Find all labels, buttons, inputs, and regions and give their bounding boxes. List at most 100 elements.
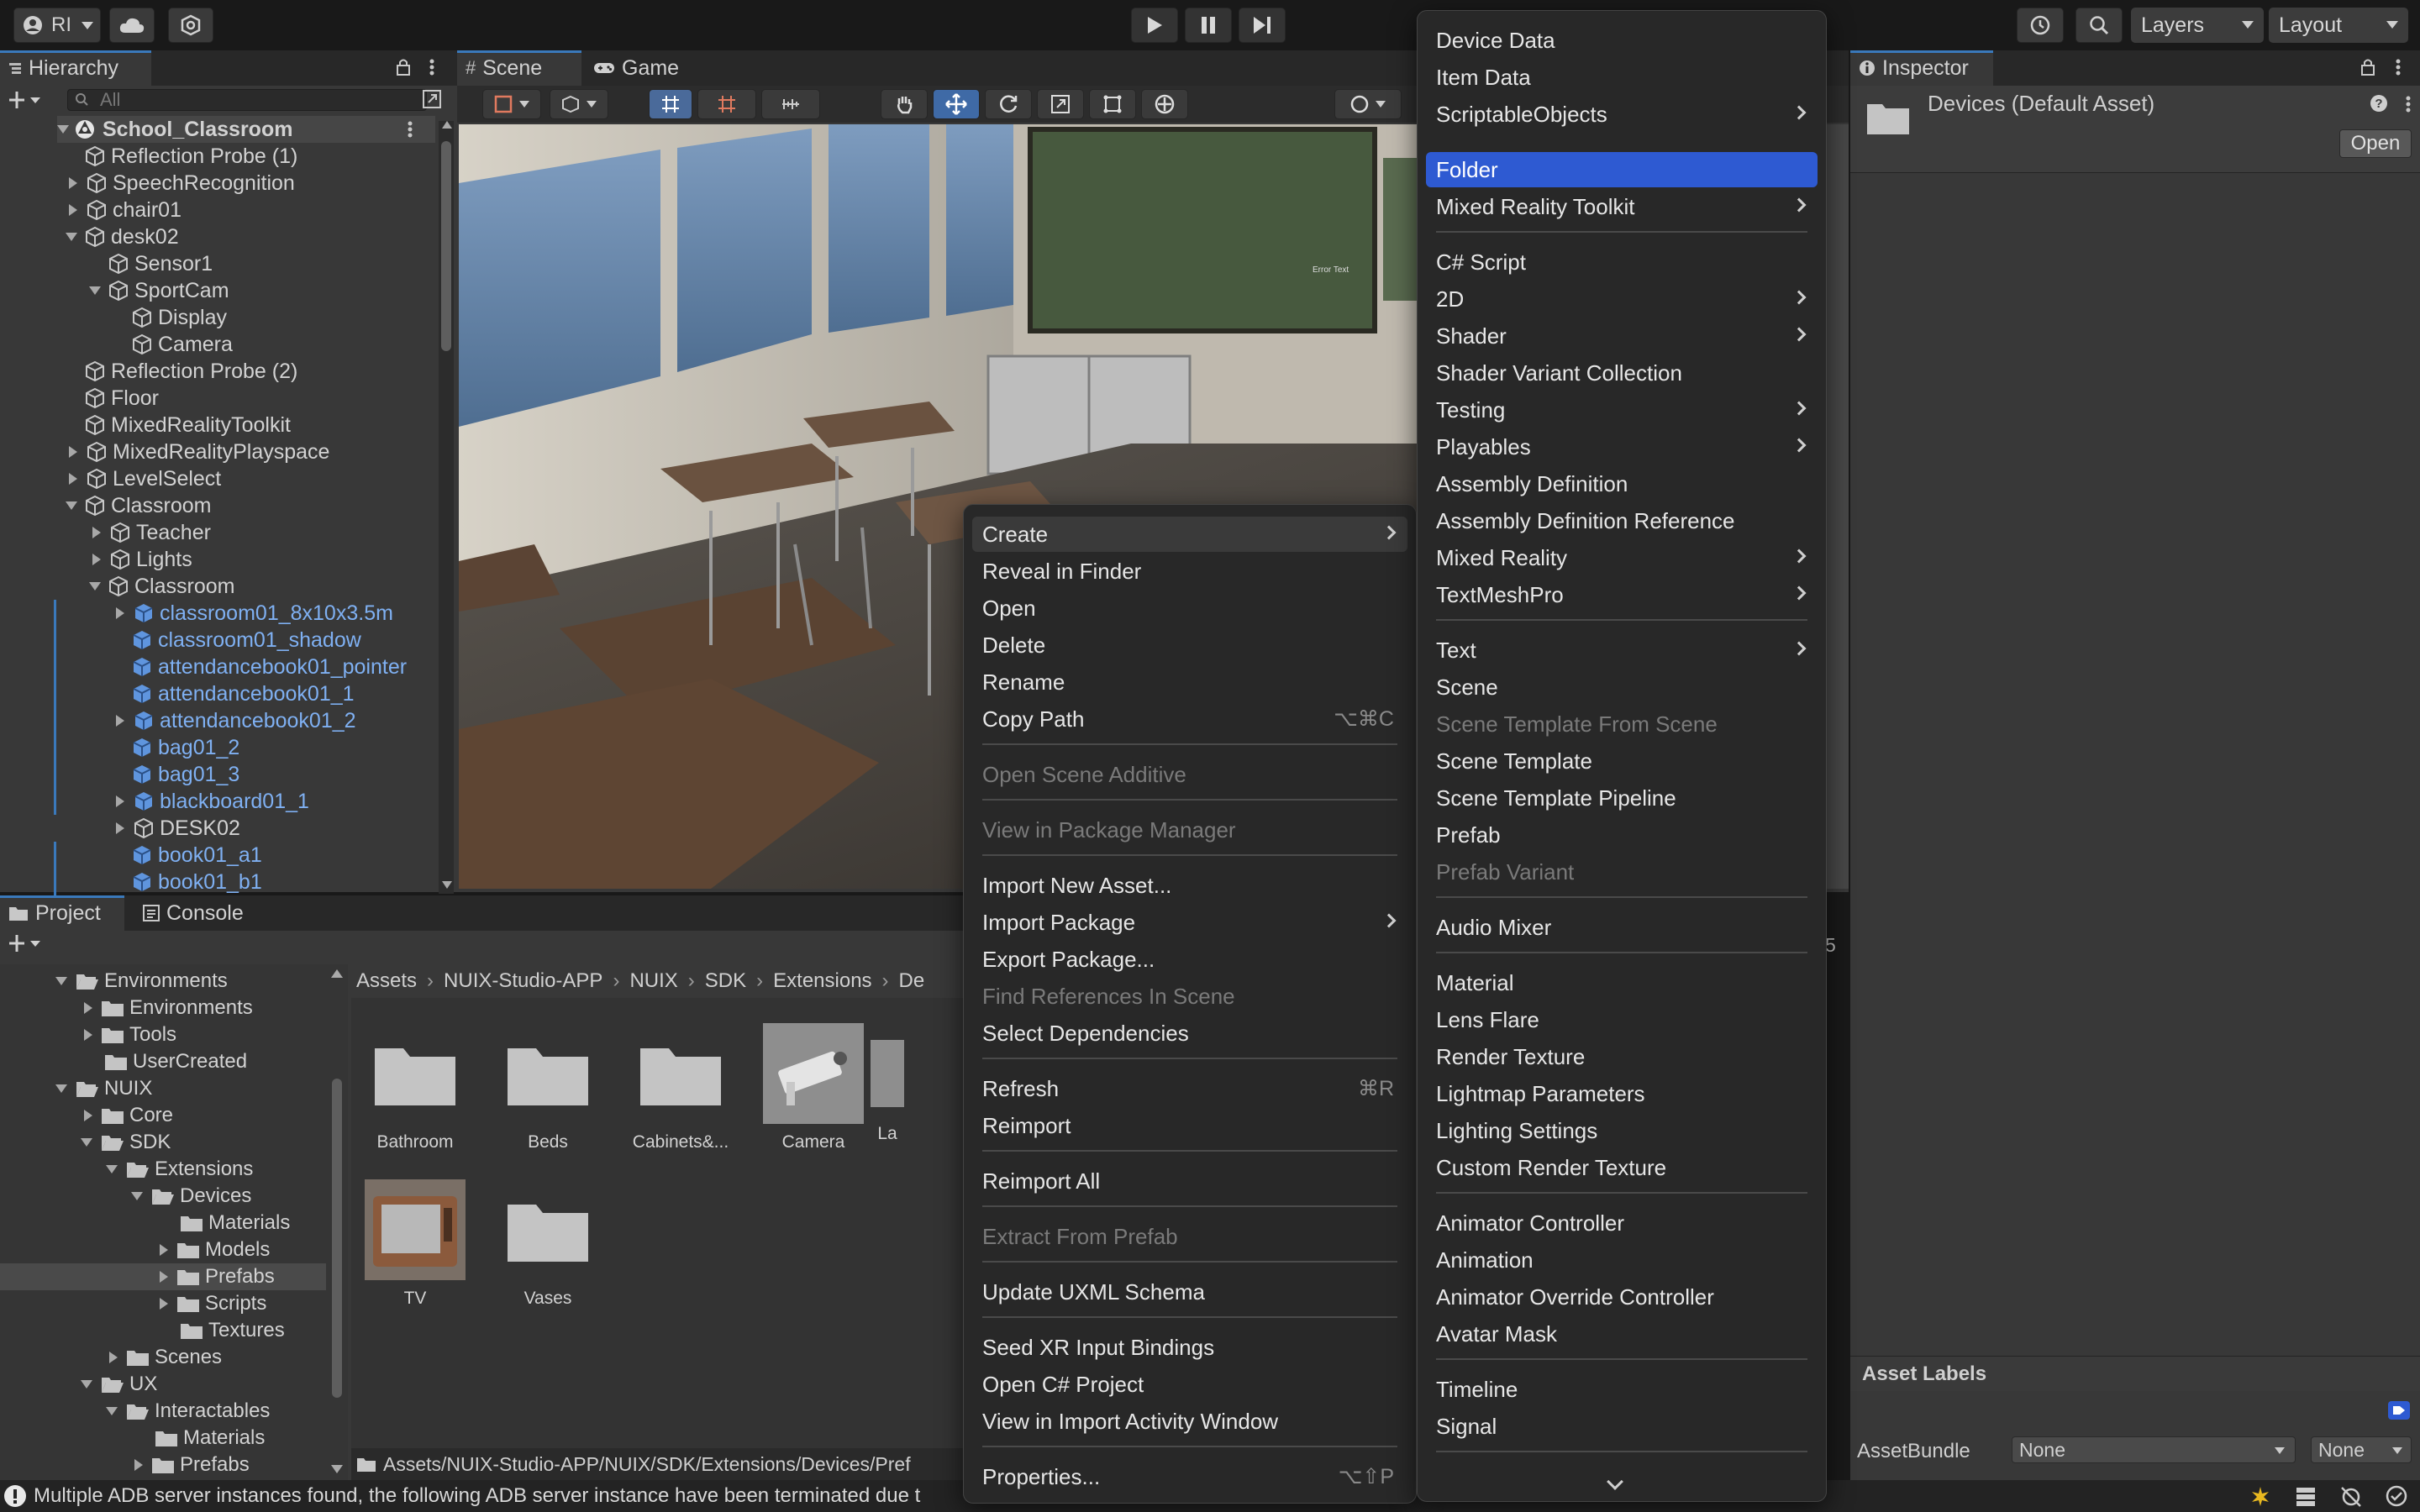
render-mode-dropdown[interactable] <box>550 89 608 119</box>
grid-snap-button[interactable] <box>649 89 692 119</box>
fold-closed-icon[interactable] <box>109 1352 118 1363</box>
hierarchy-row[interactable]: Classroom <box>64 492 211 519</box>
hierarchy-row[interactable]: bag01_3 <box>54 761 239 788</box>
project-folder-row[interactable]: NUIX <box>55 1075 152 1102</box>
asset-item[interactable]: Bathroom <box>356 1023 474 1152</box>
project-folder-row[interactable]: Environments <box>55 968 228 995</box>
fold-closed-icon[interactable] <box>134 1459 143 1471</box>
hierarchy-scrollbar[interactable] <box>439 121 454 894</box>
fold-closed-icon[interactable] <box>69 446 77 458</box>
tab-console[interactable]: Console <box>134 895 260 931</box>
fold-closed-icon[interactable] <box>84 1029 92 1041</box>
create-menu-item[interactable]: Text <box>1426 633 1818 668</box>
create-menu-item[interactable]: Timeline <box>1426 1372 1818 1407</box>
hierarchy-row[interactable]: desk02 <box>64 223 179 250</box>
project-tree-scrollbar[interactable] <box>329 969 345 1473</box>
tab-inspector[interactable]: Inspector <box>1850 50 1993 86</box>
breadcrumb-item[interactable]: Extensions <box>773 969 871 993</box>
create-menu-item[interactable]: Material <box>1426 965 1818 1000</box>
debug-icon[interactable] <box>2339 1485 2363 1507</box>
more-icon[interactable] <box>2405 94 2412 114</box>
fold-open-icon[interactable] <box>55 977 67 985</box>
hierarchy-row[interactable]: SportCam <box>87 277 229 304</box>
fold-closed-icon[interactable] <box>84 1110 92 1121</box>
context-menu-item[interactable]: Open <box>972 591 1407 626</box>
create-menu-item[interactable]: Render Texture <box>1426 1039 1818 1074</box>
more-icon[interactable] <box>2395 57 2402 77</box>
assetbundle-variant-dropdown[interactable]: None <box>2311 1436 2412 1463</box>
create-menu-item[interactable]: Mixed Reality <box>1426 540 1818 575</box>
increment-dropdown[interactable] <box>761 89 820 119</box>
create-menu-item[interactable]: Animator Override Controller <box>1426 1279 1818 1315</box>
hierarchy-row[interactable]: DESK02 <box>111 815 240 842</box>
label-tag-icon[interactable] <box>2388 1401 2410 1420</box>
scene-visibility-icon[interactable] <box>422 89 444 109</box>
hierarchy-search-input[interactable]: All <box>67 89 427 111</box>
create-menu-item[interactable]: Prefab <box>1426 817 1818 853</box>
fold-open-icon[interactable] <box>106 1407 118 1415</box>
context-menu-item[interactable]: Create <box>972 517 1407 552</box>
create-menu-item[interactable]: Signal <box>1426 1409 1818 1444</box>
lighting-icon[interactable] <box>2249 1485 2272 1507</box>
scroll-more-icon[interactable] <box>1607 1473 1623 1490</box>
breadcrumb-item[interactable]: SDK <box>705 969 746 993</box>
create-menu-item[interactable]: Device Data <box>1426 23 1818 58</box>
move-tool-button[interactable] <box>933 89 980 119</box>
hierarchy-row[interactable]: Display <box>111 304 227 331</box>
lock-icon[interactable] <box>2360 57 2376 77</box>
fold-closed-icon[interactable] <box>116 715 124 727</box>
scale-tool-button[interactable] <box>1037 89 1084 119</box>
hierarchy-row[interactable]: LevelSelect <box>64 465 221 492</box>
fold-open-icon[interactable] <box>66 501 77 510</box>
add-object-button[interactable] <box>8 89 42 111</box>
create-menu-item[interactable]: TextMeshPro <box>1426 577 1818 612</box>
hierarchy-row[interactable]: Sensor1 <box>87 250 213 277</box>
play-button[interactable] <box>1131 8 1178 43</box>
context-menu-item[interactable]: Export Package... <box>972 942 1407 977</box>
fold-closed-icon[interactable] <box>84 1002 92 1014</box>
project-folder-row[interactable]: Scripts <box>156 1290 266 1317</box>
step-button[interactable] <box>1239 8 1286 43</box>
create-menu-item[interactable]: Scene Template <box>1426 743 1818 779</box>
hierarchy-row[interactable]: Reflection Probe (2) <box>64 358 297 385</box>
project-folder-row[interactable]: UserCreated <box>81 1048 247 1075</box>
context-menu-item[interactable]: Reveal in Finder <box>972 554 1407 589</box>
context-menu-item[interactable]: Reimport All <box>972 1163 1407 1199</box>
lock-icon[interactable] <box>395 57 412 77</box>
help-icon[interactable]: ? <box>2370 94 2388 113</box>
undo-history-button[interactable] <box>2017 8 2064 43</box>
context-menu-item[interactable]: Reimport <box>972 1108 1407 1143</box>
asset-item[interactable]: Vases <box>489 1179 607 1309</box>
more-icon[interactable] <box>429 57 435 77</box>
hierarchy-row[interactable]: MixedRealityPlayspace <box>64 438 329 465</box>
asset-item[interactable]: Cabinets&... <box>622 1023 739 1152</box>
asset-item[interactable]: Beds <box>489 1023 607 1152</box>
create-asset-button[interactable] <box>8 932 42 954</box>
project-folder-row[interactable]: Environments <box>81 995 253 1021</box>
create-menu-item[interactable]: Folder <box>1426 152 1818 187</box>
fold-open-icon[interactable] <box>106 1165 118 1173</box>
hierarchy-row[interactable]: classroom01_8x10x3.5m <box>54 600 393 627</box>
rect-tool-button[interactable] <box>1089 89 1136 119</box>
hierarchy-row[interactable]: attendancebook01_2 <box>54 707 356 734</box>
layout-dropdown[interactable]: Layout <box>2269 8 2408 43</box>
fold-closed-icon[interactable] <box>69 204 77 216</box>
pause-button[interactable] <box>1185 8 1232 43</box>
asset-item[interactable]: Camera <box>755 1023 872 1152</box>
context-menu-item[interactable]: Import New Asset... <box>972 868 1407 903</box>
project-folder-row[interactable]: Devices <box>131 1183 251 1210</box>
hierarchy-row[interactable]: Reflection Probe (1) <box>64 143 297 170</box>
fold-closed-icon[interactable] <box>92 554 101 565</box>
hierarchy-row[interactable]: Floor <box>64 385 159 412</box>
fold-open-icon[interactable] <box>81 1138 92 1147</box>
create-menu-item[interactable]: Audio Mixer <box>1426 910 1818 945</box>
project-folder-row[interactable]: SDK <box>81 1129 171 1156</box>
create-menu-item[interactable]: Lighting Settings <box>1426 1113 1818 1148</box>
hierarchy-row[interactable]: bag01_2 <box>54 734 239 761</box>
hierarchy-row[interactable]: chair01 <box>64 197 182 223</box>
asset-item[interactable]: TV <box>356 1179 474 1309</box>
rotate-tool-button[interactable] <box>985 89 1032 119</box>
project-folder-row[interactable]: Extensions <box>106 1156 253 1183</box>
create-menu-item[interactable]: Assembly Definition <box>1426 466 1818 501</box>
tab-hierarchy[interactable]: Hierarchy <box>0 50 151 86</box>
